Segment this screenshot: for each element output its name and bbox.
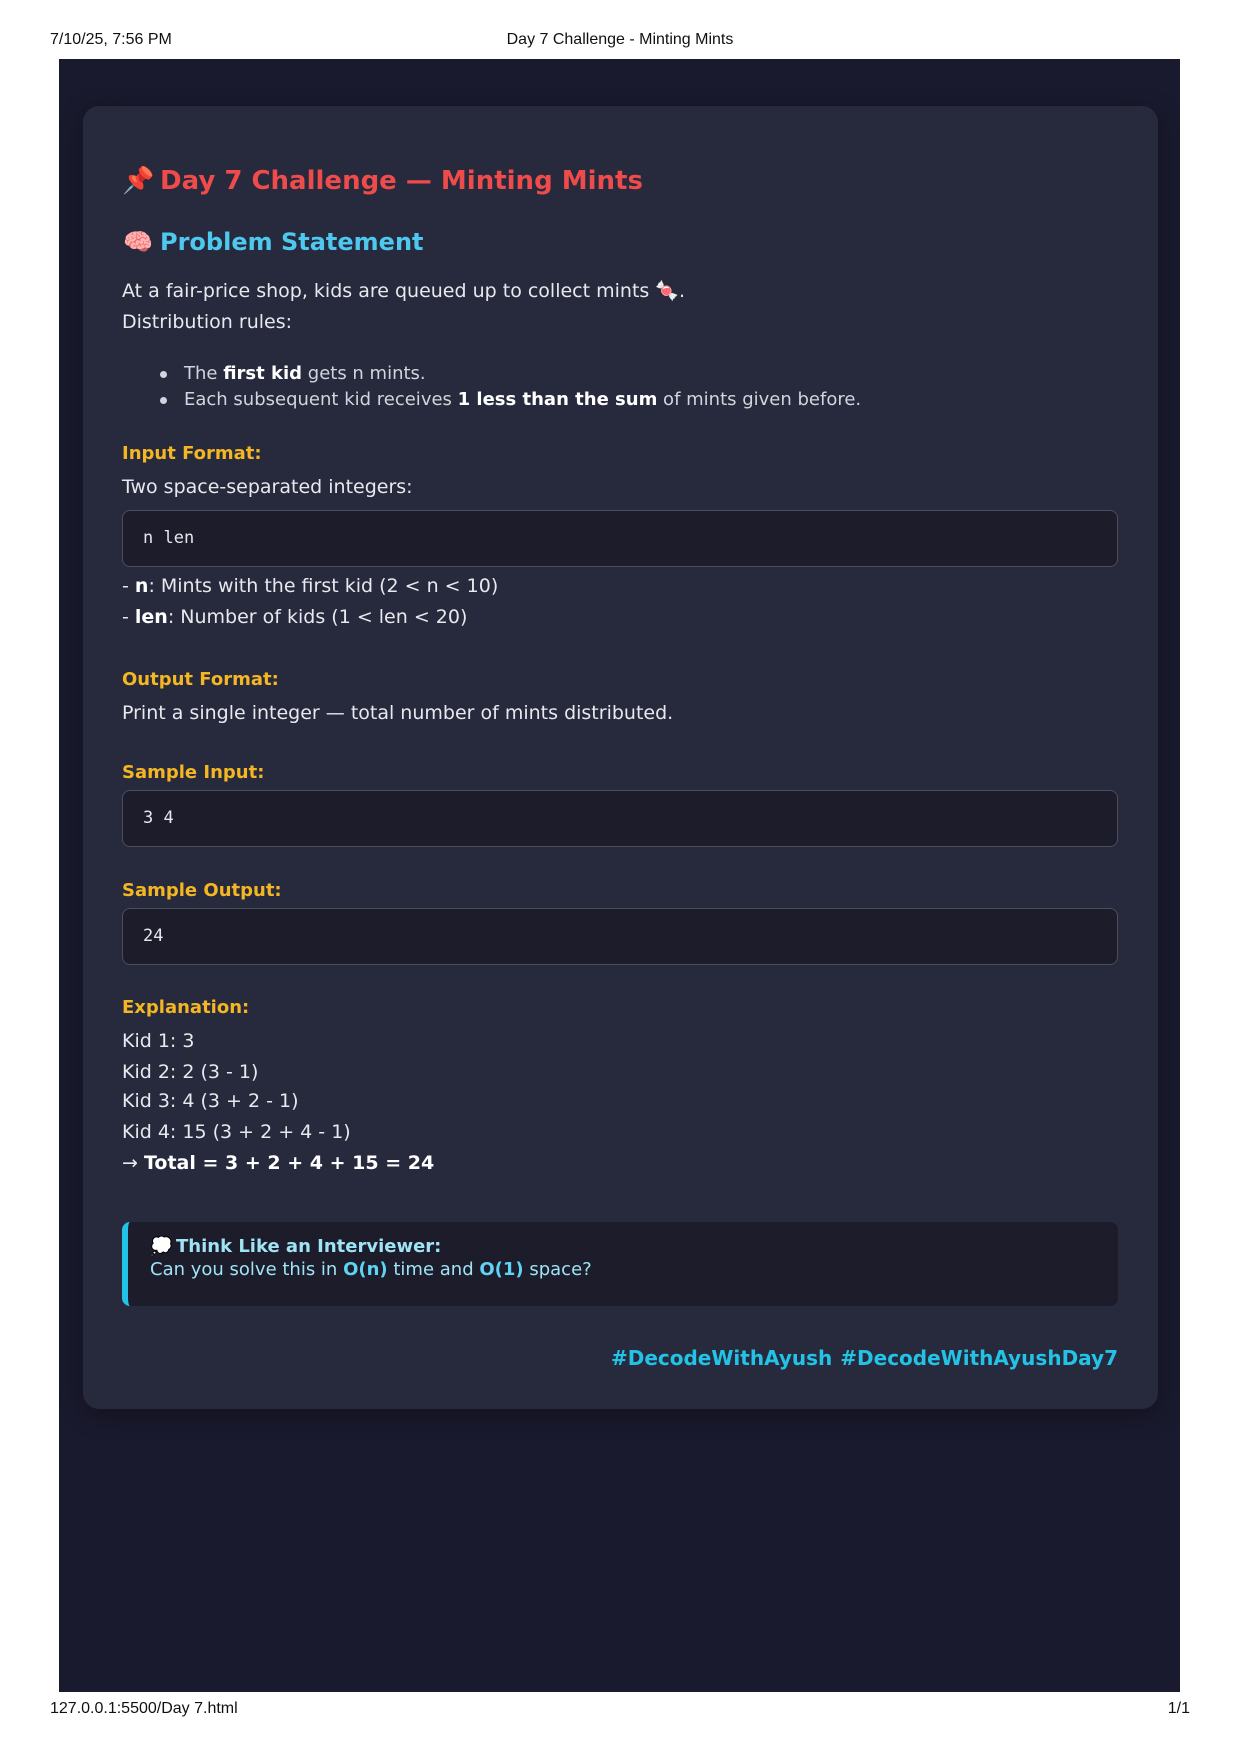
input-format-label: Input Format: bbox=[122, 443, 262, 464]
param-n: - n: Mints with the first kid (2 < n < 1… bbox=[122, 575, 499, 597]
challenge-title: 📌 Day 7 Challenge — Minting Mints bbox=[122, 166, 643, 196]
output-format-desc: Print a single integer — total number of… bbox=[122, 702, 674, 724]
list-item: Each subsequent kid receives 1 less than… bbox=[122, 387, 1022, 413]
candy-icon: 🍬 bbox=[655, 280, 680, 302]
intro-end: . bbox=[679, 280, 686, 302]
param-len: - len: Number of kids (1 < len < 20) bbox=[122, 606, 468, 628]
problem-intro: At a fair-price shop, kids are queued up… bbox=[122, 276, 685, 307]
tip-title: 💭 Think Like an Interviewer: bbox=[150, 1236, 442, 1257]
explanation-label: Explanation: bbox=[122, 997, 250, 1018]
input-format-code: n len bbox=[122, 510, 1118, 567]
problem-heading: 🧠 Problem Statement bbox=[122, 228, 424, 256]
hashtags: #DecodeWithAyush #DecodeWithAyushDay7 bbox=[611, 1346, 1118, 1370]
tip-text: Can you solve this in O(n) time and O(1)… bbox=[150, 1259, 592, 1280]
intro-text: At a fair-price shop, kids are queued up… bbox=[122, 280, 650, 302]
explanation-line: Kid 2: 2 (3 - 1) bbox=[122, 1061, 259, 1083]
problem-heading-text: Problem Statement bbox=[160, 228, 424, 256]
input-format-desc: Two space-separated integers: bbox=[122, 476, 413, 498]
sample-output-code: 24 bbox=[122, 908, 1118, 965]
print-document-title: Day 7 Challenge - Minting Mints bbox=[506, 31, 734, 48]
print-footer: 127.0.0.1:5500/Day 7.html 1/1 bbox=[50, 1700, 1190, 1720]
hashtag: #DecodeWithAyush bbox=[610, 1346, 833, 1370]
rules-list: The first kid gets n mints. Each subsequ… bbox=[122, 361, 1022, 413]
explanation-total: → Total = 3 + 2 + 4 + 15 = 24 bbox=[122, 1152, 435, 1174]
interviewer-tip: 💭 Think Like an Interviewer: Can you solv… bbox=[122, 1222, 1118, 1306]
print-url: 127.0.0.1:5500/Day 7.html bbox=[50, 1700, 238, 1717]
hashtag: #DecodeWithAyushDay7 bbox=[840, 1346, 1118, 1370]
list-item: The first kid gets n mints. bbox=[122, 361, 1022, 387]
print-page-number: 1/1 bbox=[1167, 1700, 1190, 1717]
thought-bubble-icon: 💭 bbox=[150, 1236, 173, 1257]
explanation-line: Kid 3: 4 (3 + 2 - 1) bbox=[122, 1090, 299, 1112]
pushpin-icon: 📌 bbox=[122, 166, 155, 196]
challenge-title-text: Day 7 Challenge — Minting Mints bbox=[160, 166, 643, 196]
rules-intro: Distribution rules: bbox=[122, 311, 293, 333]
challenge-card: 📌 Day 7 Challenge — Minting Mints 🧠 Proble… bbox=[83, 106, 1158, 1409]
explanation-line: Kid 4: 15 (3 + 2 + 4 - 1) bbox=[122, 1121, 351, 1143]
sample-output-label: Sample Output: bbox=[122, 880, 282, 901]
sample-input-code: 3 4 bbox=[122, 790, 1118, 847]
print-header: 7/10/25, 7:56 PM Day 7 Challenge - Minti… bbox=[50, 31, 1190, 51]
sample-input-label: Sample Input: bbox=[122, 762, 265, 783]
output-format-label: Output Format: bbox=[122, 669, 279, 690]
brain-icon: 🧠 bbox=[123, 228, 153, 256]
explanation-line: Kid 1: 3 bbox=[122, 1030, 195, 1052]
